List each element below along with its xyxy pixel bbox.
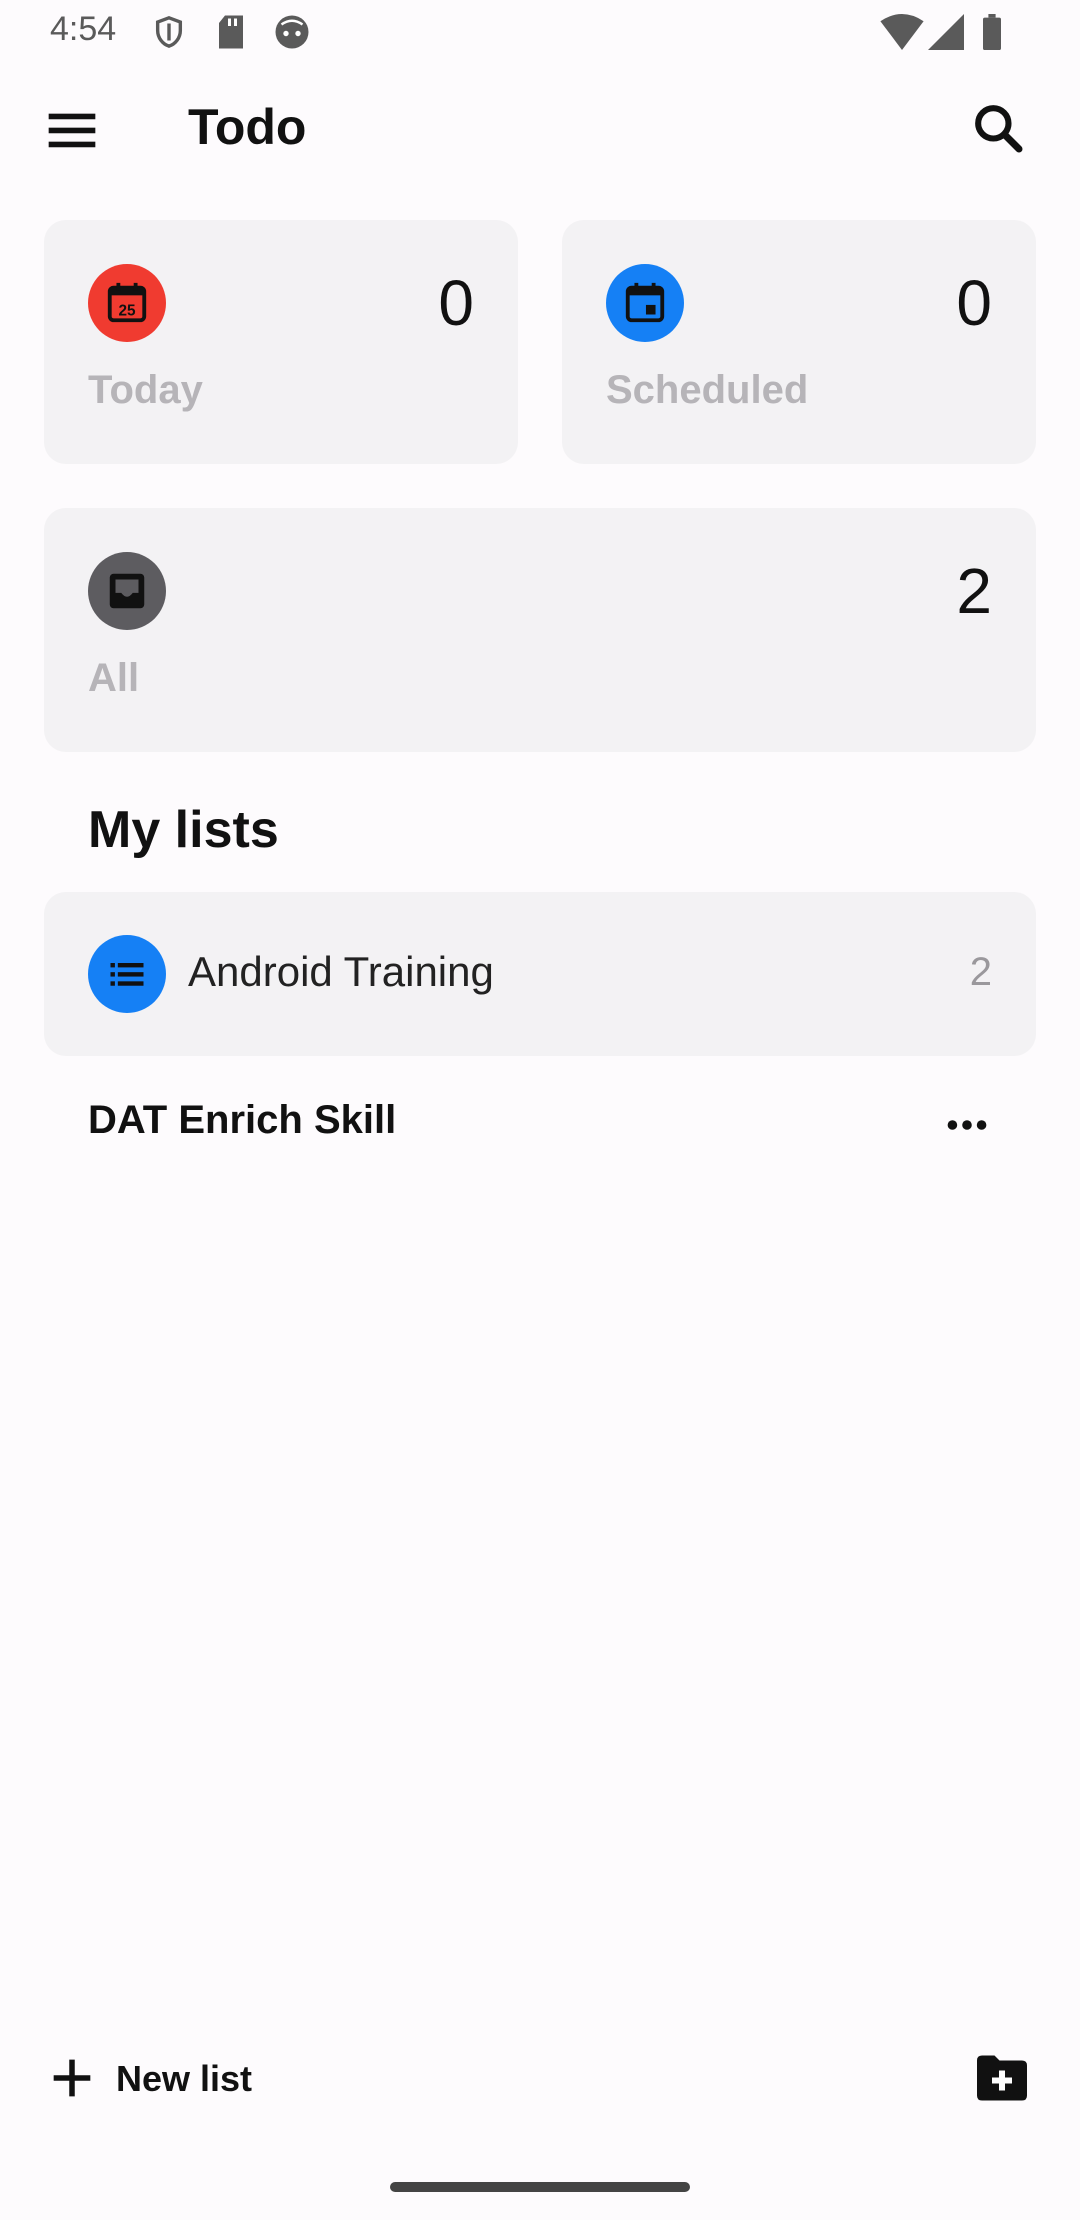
signal-icon bbox=[928, 14, 964, 50]
all-card[interactable]: 2 All bbox=[44, 508, 1036, 752]
search-button[interactable] bbox=[970, 100, 1034, 164]
list-name: Android Training bbox=[188, 948, 494, 995]
search-icon bbox=[970, 105, 1026, 160]
shield-icon bbox=[152, 14, 186, 50]
scheduled-count: 0 bbox=[956, 267, 992, 339]
folder-add-icon bbox=[972, 2055, 1032, 2112]
scheduled-card[interactable]: 0 Scheduled bbox=[562, 220, 1036, 464]
new-list-button[interactable]: New list bbox=[50, 2050, 310, 2110]
status-bar: 4:54 bbox=[0, 0, 1080, 64]
new-list-label: New list bbox=[116, 2058, 253, 2099]
today-label: Today bbox=[88, 368, 203, 412]
add-group-button[interactable] bbox=[972, 2048, 1036, 2112]
list-count: 2 bbox=[969, 950, 992, 994]
plus-icon bbox=[50, 2056, 94, 2105]
calendar-today-icon: 25 bbox=[88, 264, 166, 342]
status-time: 4:54 bbox=[50, 10, 117, 48]
battery-icon bbox=[980, 14, 1004, 50]
all-count: 2 bbox=[956, 555, 992, 627]
today-card[interactable]: 25 0 Today bbox=[44, 220, 518, 464]
calendar-event-icon bbox=[606, 264, 684, 342]
list-icon bbox=[88, 935, 166, 1013]
inbox-icon bbox=[88, 552, 166, 630]
group-name: DAT Enrich Skill bbox=[88, 1098, 397, 1142]
my-lists-heading: My lists bbox=[88, 801, 279, 859]
group-more-button[interactable] bbox=[942, 1100, 992, 1150]
today-count: 0 bbox=[438, 267, 474, 339]
page-title: Todo bbox=[188, 99, 307, 155]
app-bar: Todo bbox=[0, 70, 1080, 190]
scheduled-label: Scheduled bbox=[606, 368, 809, 412]
gesture-navigation-bar[interactable] bbox=[390, 2182, 690, 2192]
calendar-day-text: 25 bbox=[118, 302, 136, 319]
sd-card-icon bbox=[216, 14, 246, 50]
android-face-icon bbox=[274, 14, 310, 50]
group-header[interactable]: DAT Enrich Skill bbox=[88, 1090, 1036, 1160]
more-horizontal-icon bbox=[942, 1120, 992, 1154]
list-item[interactable]: Android Training 2 bbox=[44, 892, 1036, 1056]
wifi-icon bbox=[880, 14, 924, 50]
hamburger-menu-icon bbox=[44, 113, 100, 162]
all-label: All bbox=[88, 656, 140, 700]
menu-button[interactable] bbox=[44, 102, 108, 166]
